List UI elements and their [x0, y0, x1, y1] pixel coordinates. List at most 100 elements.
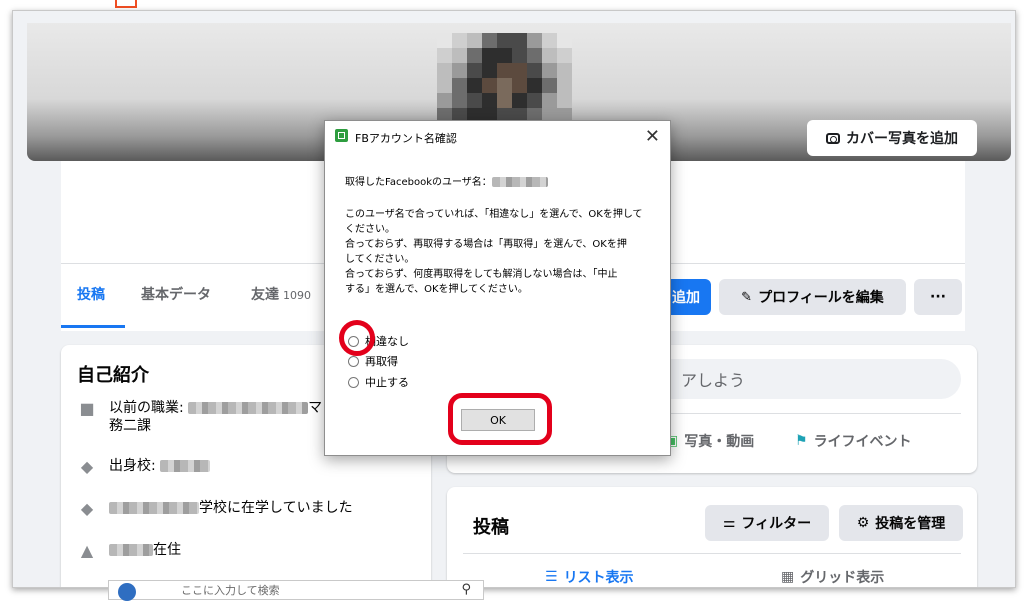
- message-line: ください。: [345, 224, 395, 235]
- tab-posts[interactable]: 投稿: [77, 284, 105, 304]
- redacted-text: [109, 502, 199, 514]
- filter-label: フィルター: [741, 516, 812, 532]
- filter-icon: ⚌: [722, 515, 736, 531]
- edit-profile-button[interactable]: ✎ プロフィールを編集: [719, 279, 906, 315]
- photo-video-button[interactable]: ▣ 写真・動画: [665, 431, 754, 451]
- mosaic-cell: [482, 33, 497, 48]
- redacted-text: [109, 544, 153, 556]
- mosaic-cell: [497, 78, 512, 93]
- intro-work-label: 以前の職業:: [109, 400, 184, 416]
- gear-icon: ⚙: [856, 515, 870, 531]
- mosaic-cell: [437, 78, 452, 93]
- radio-refetch[interactable]: [348, 355, 359, 367]
- manage-posts-label: 投稿を管理: [875, 516, 946, 532]
- more-options-button[interactable]: ···: [914, 279, 962, 315]
- tab-friends-label: 友達: [251, 287, 279, 303]
- mosaic-cell: [467, 78, 482, 93]
- intro-school-text: 出身校:: [109, 457, 211, 475]
- taskbar-search-box[interactable]: ここに入力して検索 ⚲: [108, 580, 484, 600]
- option-refetch-label: 再取得: [365, 355, 398, 368]
- message-line: このユーザ名で合っていれば、「相違なし」を選んで、OKを押して: [345, 209, 643, 220]
- intro-item-school2: ◆ 学校に在学していました: [77, 499, 353, 519]
- fetched-username-label: 取得したFacebookのユーザ名：: [345, 177, 492, 188]
- close-button[interactable]: ✕: [645, 126, 660, 147]
- intro-school2-label: 学校に在学していました: [199, 500, 353, 516]
- message-line: してください。: [345, 254, 415, 265]
- manage-posts-button[interactable]: ⚙ 投稿を管理: [839, 505, 963, 541]
- mosaic-cell: [497, 33, 512, 48]
- redacted-username: [491, 177, 548, 187]
- mosaic-cell: [542, 33, 557, 48]
- camera-icon: [826, 132, 840, 144]
- intro-school-label: 出身校:: [109, 458, 156, 474]
- mosaic-cell: [527, 93, 542, 108]
- mosaic-cell: [527, 48, 542, 63]
- dialog-titlebar: FBアカウント名確認 ✕: [325, 121, 670, 151]
- browser-top-strip: [0, 0, 1024, 10]
- intro-item-home: ▲ 在住: [77, 541, 181, 561]
- tab-friends[interactable]: 友達 1090: [251, 284, 311, 304]
- app-icon: [335, 129, 348, 142]
- mosaic-cell: [542, 48, 557, 63]
- fetched-username-row: 取得したFacebookのユーザ名：: [345, 175, 548, 190]
- mosaic-cell: [497, 63, 512, 78]
- search-icon: ⚲: [461, 582, 471, 597]
- list-view-label: リスト表示: [563, 570, 634, 586]
- intro-home-text: 在住: [109, 541, 181, 559]
- intro-work-tail: マ: [308, 400, 323, 416]
- mosaic-cell: [557, 48, 572, 63]
- intro-home-label: 在住: [153, 542, 181, 558]
- list-icon: ☰: [545, 569, 558, 585]
- mosaic-cell: [512, 48, 527, 63]
- list-view-tab[interactable]: ☰ リスト表示: [545, 567, 634, 587]
- posts-card: 投稿 ⚌ フィルター ⚙ 投稿を管理 ☰ リスト表示 ▦ グリッド表示: [447, 487, 977, 587]
- mosaic-cell: [437, 33, 452, 48]
- edit-profile-label: プロフィールを編集: [758, 290, 884, 306]
- grid-view-label: グリッド表示: [800, 570, 885, 586]
- mosaic-cell: [437, 63, 452, 78]
- mosaic-cell: [557, 33, 572, 48]
- radio-cancel[interactable]: [348, 376, 359, 388]
- mosaic-cell: [482, 93, 497, 108]
- tab-about[interactable]: 基本データ: [141, 284, 211, 304]
- grid-icon: ▦: [781, 569, 795, 585]
- intro-item-work: ■ 以前の職業: マ務二課: [77, 399, 322, 435]
- mosaic-cell: [467, 93, 482, 108]
- posts-title: 投稿: [473, 517, 509, 538]
- mosaic-cell: [512, 93, 527, 108]
- mosaic-cell: [452, 63, 467, 78]
- graduation-cap-icon: ◆: [80, 457, 94, 476]
- highlight-ok-annotation: [448, 393, 552, 445]
- flag-icon: ⚑: [795, 433, 808, 449]
- intro-item-school: ◆ 出身校:: [77, 457, 211, 477]
- life-event-label: ライフイベント: [813, 434, 912, 450]
- mosaic-cell: [482, 63, 497, 78]
- filter-button[interactable]: ⚌ フィルター: [705, 505, 829, 541]
- grid-view-tab[interactable]: ▦ グリッド表示: [781, 567, 884, 587]
- highlight-circle-annotation: [339, 320, 375, 356]
- add-cover-photo-label: カバー写真を追加: [846, 131, 958, 147]
- mosaic-cell: [542, 93, 557, 108]
- add-cover-photo-button[interactable]: カバー写真を追加: [807, 120, 977, 156]
- dialog-title: FBアカウント名確認: [355, 132, 457, 145]
- taskbar-search-placeholder: ここに入力して検索: [181, 584, 280, 597]
- option-cancel[interactable]: 中止する: [348, 374, 409, 390]
- mosaic-cell: [437, 93, 452, 108]
- life-event-button[interactable]: ⚑ ライフイベント: [795, 431, 912, 451]
- mosaic-cell: [467, 33, 482, 48]
- mosaic-cell: [527, 33, 542, 48]
- mosaic-cell: [452, 48, 467, 63]
- pencil-icon: ✎: [741, 289, 753, 305]
- mosaic-cell: [542, 63, 557, 78]
- mosaic-cell: [512, 78, 527, 93]
- redacted-text: [160, 460, 211, 472]
- globe-icon: [118, 583, 136, 601]
- composer-input[interactable]: アしよう: [635, 359, 961, 399]
- message-line: 合っておらず、再取得する場合は「再取得」を選んで、OKを押: [345, 239, 627, 250]
- mosaic-cell: [542, 78, 557, 93]
- home-icon: ▲: [80, 541, 94, 560]
- active-tab-indicator: [61, 325, 125, 328]
- friends-count: 1090: [283, 289, 311, 302]
- mosaic-cell: [482, 48, 497, 63]
- mosaic-cell: [452, 33, 467, 48]
